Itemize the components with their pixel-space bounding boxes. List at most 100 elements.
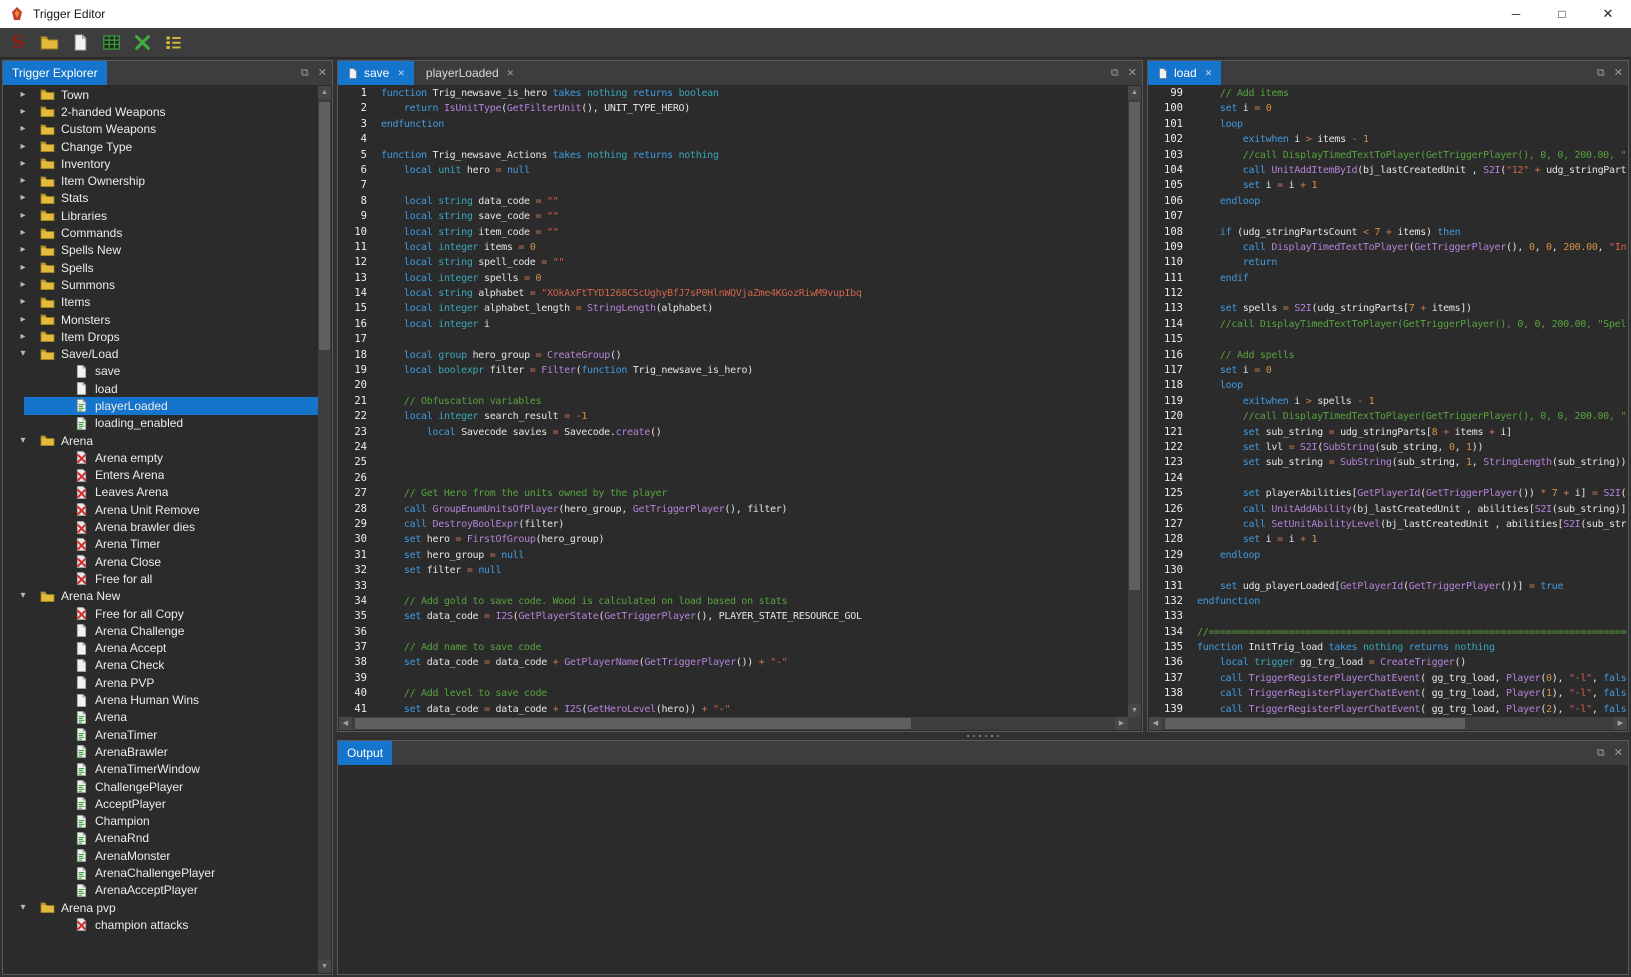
- close-panel-icon[interactable]: ✕: [1614, 748, 1623, 759]
- scroll-down-icon[interactable]: ▼: [1128, 704, 1141, 717]
- float-panel-icon[interactable]: ⧉: [301, 68, 309, 79]
- code-line[interactable]: set i = 0: [1197, 363, 1627, 378]
- code-editor-save[interactable]: 1234567891011121314151617181920212223242…: [339, 86, 1128, 717]
- code-line[interactable]: local integer i: [381, 317, 1128, 332]
- code-line[interactable]: endif: [1197, 271, 1627, 286]
- chevron-collapsed-icon[interactable]: ▸: [6, 315, 40, 325]
- code-line[interactable]: local string spell_code = "": [381, 255, 1128, 270]
- scrollbar-thumb[interactable]: [1129, 102, 1140, 590]
- close-panel-icon[interactable]: ✕: [1128, 68, 1137, 79]
- tree-item-arena-check[interactable]: Arena Check: [4, 657, 318, 674]
- code-line[interactable]: return IsUnitType(GetFilterUnit(), UNIT_…: [381, 101, 1128, 116]
- chevron-collapsed-icon[interactable]: ▸: [6, 263, 40, 273]
- code-line[interactable]: [1197, 332, 1627, 347]
- code-line[interactable]: function Trig_newsave_Actions takes noth…: [381, 148, 1128, 163]
- code-line[interactable]: local Savecode savies = Savecode.create(…: [381, 425, 1128, 440]
- code-line[interactable]: return: [1197, 255, 1627, 270]
- maximize-icon[interactable]: □: [1539, 0, 1585, 28]
- close-panel-icon[interactable]: ✕: [318, 68, 327, 79]
- code-line[interactable]: [1197, 563, 1627, 578]
- code-line[interactable]: local string data_code = "": [381, 194, 1128, 209]
- tab-close-icon[interactable]: ✕: [1205, 68, 1213, 79]
- tree-item-arena-timer[interactable]: Arena Timer: [4, 536, 318, 553]
- tesh-logo-icon[interactable]: S: [6, 31, 30, 55]
- tree-item-town[interactable]: ▸Town: [4, 86, 318, 103]
- chevron-expanded-icon[interactable]: ▾: [6, 349, 40, 359]
- code-line[interactable]: // Add name to save code: [381, 640, 1128, 655]
- code-line[interactable]: set spells = S2I(udg_stringParts[7 + ite…: [1197, 301, 1627, 316]
- editor-horizontal-scrollbar[interactable]: ◀ ▶: [339, 717, 1128, 730]
- chevron-collapsed-icon[interactable]: ▸: [6, 124, 40, 134]
- code-line[interactable]: set i = 0: [1197, 101, 1627, 116]
- code-content[interactable]: // Add items set i = 0 loop exitwhen i >…: [1191, 86, 1627, 717]
- close-panel-icon[interactable]: ✕: [1614, 68, 1623, 79]
- trigger-list-icon[interactable]: [161, 31, 185, 55]
- tree-item-free-for-all[interactable]: Free for all: [4, 570, 318, 587]
- minimize-icon[interactable]: ─: [1493, 0, 1539, 28]
- tree-scrollbar[interactable]: ▲ ▼: [318, 86, 331, 973]
- scroll-left-icon[interactable]: ◀: [339, 717, 352, 730]
- chevron-collapsed-icon[interactable]: ▸: [6, 159, 40, 169]
- scroll-right-icon[interactable]: ▶: [1115, 717, 1128, 730]
- scroll-down-icon[interactable]: ▼: [318, 960, 331, 973]
- code-line[interactable]: exitwhen i > items - 1: [1197, 132, 1627, 147]
- chevron-collapsed-icon[interactable]: ▸: [6, 107, 40, 117]
- tree-item-load[interactable]: load: [4, 380, 318, 397]
- tree-item-item-drops[interactable]: ▸Item Drops: [4, 328, 318, 345]
- tree-item-arena-empty[interactable]: Arena empty: [4, 449, 318, 466]
- code-line[interactable]: // Obfuscation variables: [381, 394, 1128, 409]
- tree-item-arena[interactable]: Arena: [4, 709, 318, 726]
- tree-item-save[interactable]: save: [4, 363, 318, 380]
- code-line[interactable]: local integer spells = 0: [381, 271, 1128, 286]
- tree-item-custom-weapons[interactable]: ▸Custom Weapons: [4, 121, 318, 138]
- code-line[interactable]: call UnitAddItemById(bj_lastCreatedUnit …: [1197, 163, 1627, 178]
- chevron-collapsed-icon[interactable]: ▸: [6, 142, 40, 152]
- code-line[interactable]: local integer items = 0: [381, 240, 1128, 255]
- tree-item-acceptplayer[interactable]: AcceptPlayer: [4, 795, 318, 812]
- code-line[interactable]: [381, 471, 1128, 486]
- tree-item-arena-pvp[interactable]: Arena PVP: [4, 674, 318, 691]
- tree-item-arenamonster[interactable]: ArenaMonster: [4, 847, 318, 864]
- trigger-tree[interactable]: ▸Town▸2-handed Weapons▸Custom Weapons▸Ch…: [4, 86, 318, 973]
- code-line[interactable]: // Add spells: [1197, 348, 1627, 363]
- code-line[interactable]: //call DisplayTimedTextToPlayer(GetTrigg…: [1197, 409, 1627, 424]
- tab-save[interactable]: save✕: [338, 61, 414, 85]
- code-line[interactable]: [1197, 471, 1627, 486]
- tree-item-arena-new[interactable]: ▾Arena New: [4, 588, 318, 605]
- scroll-up-icon[interactable]: ▲: [1128, 86, 1141, 99]
- variables-x-icon[interactable]: [130, 31, 154, 55]
- scroll-left-icon[interactable]: ◀: [1149, 717, 1162, 730]
- tree-item-enters-arena[interactable]: Enters Arena: [4, 467, 318, 484]
- tree-item-arena-close[interactable]: Arena Close: [4, 553, 318, 570]
- code-line[interactable]: [381, 671, 1128, 686]
- tree-item-change-type[interactable]: ▸Change Type: [4, 138, 318, 155]
- code-line[interactable]: endfunction: [381, 117, 1128, 132]
- tree-item-free-for-all-copy[interactable]: Free for all Copy: [4, 605, 318, 622]
- code-line[interactable]: set data_code = I2S(GetPlayerState(GetTr…: [381, 609, 1128, 624]
- tab-load[interactable]: load✕: [1148, 61, 1221, 85]
- code-line[interactable]: call DisplayTimedTextToPlayer(GetTrigger…: [1197, 240, 1627, 255]
- tab-output[interactable]: Output: [338, 741, 392, 765]
- tree-item-arenabrawler[interactable]: ArenaBrawler: [4, 743, 318, 760]
- tree-item-champion-attacks[interactable]: champion attacks: [4, 916, 318, 933]
- code-line[interactable]: loop: [1197, 378, 1627, 393]
- tree-item-leaves-arena[interactable]: Leaves Arena: [4, 484, 318, 501]
- code-line[interactable]: // Add level to save code: [381, 686, 1128, 701]
- tree-item-arena-accept[interactable]: Arena Accept: [4, 640, 318, 657]
- tree-item-arena-human-wins[interactable]: Arena Human Wins: [4, 691, 318, 708]
- code-line[interactable]: call DestroyBoolExpr(filter): [381, 517, 1128, 532]
- code-line[interactable]: [381, 132, 1128, 147]
- tree-item-summons[interactable]: ▸Summons: [4, 276, 318, 293]
- float-panel-icon[interactable]: ⧉: [1597, 748, 1605, 759]
- tree-item-arenarnd[interactable]: ArenaRnd: [4, 830, 318, 847]
- scroll-right-icon[interactable]: ▶: [1614, 717, 1627, 730]
- code-line[interactable]: set udg_playerLoaded[GetPlayerId(GetTrig…: [1197, 579, 1627, 594]
- tree-item-arena-brawler-dies[interactable]: Arena brawler dies: [4, 518, 318, 535]
- code-line[interactable]: set playerAbilities[GetPlayerId(GetTrigg…: [1197, 486, 1627, 501]
- chevron-expanded-icon[interactable]: ▾: [6, 903, 40, 913]
- code-line[interactable]: [381, 332, 1128, 347]
- scrollbar-thumb[interactable]: [1165, 718, 1465, 729]
- editor-horizontal-scrollbar[interactable]: ◀ ▶: [1149, 717, 1627, 730]
- code-line[interactable]: endloop: [1197, 194, 1627, 209]
- tree-item-arena-unit-remove[interactable]: Arena Unit Remove: [4, 501, 318, 518]
